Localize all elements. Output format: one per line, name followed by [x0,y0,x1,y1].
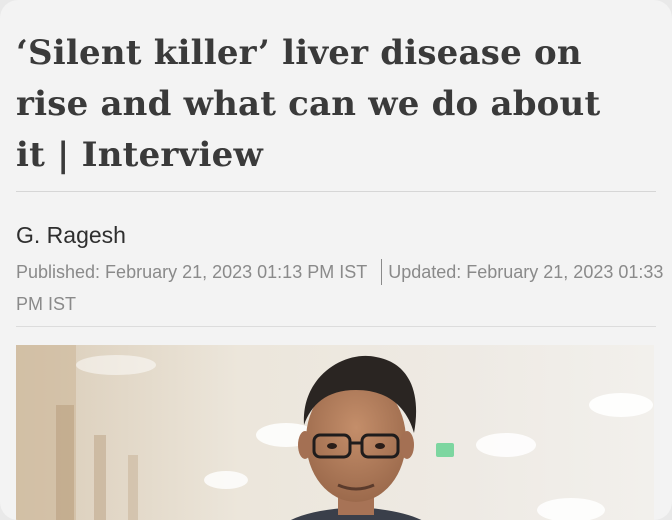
author-name[interactable]: G. Ragesh [16,222,126,249]
divider-top [16,191,656,192]
article-photo[interactable] [16,345,654,520]
published-date: Published: February 21, 2023 01:13 PM IS… [16,262,368,282]
divider-bottom [16,326,656,327]
article-card: ‘Silent killer’ liver disease on rise an… [0,0,672,520]
article-meta: Published: February 21, 2023 01:13 PM IS… [16,256,664,320]
headline-line-3: it | Interview [16,135,263,175]
person-photo-icon [16,345,654,520]
headline-line-2: rise and what can we do about [16,84,601,124]
headline-line-1: ‘Silent killer’ liver disease on [16,33,582,73]
meta-separator [381,259,383,285]
article-headline[interactable]: ‘Silent killer’ liver disease on rise an… [16,28,656,181]
